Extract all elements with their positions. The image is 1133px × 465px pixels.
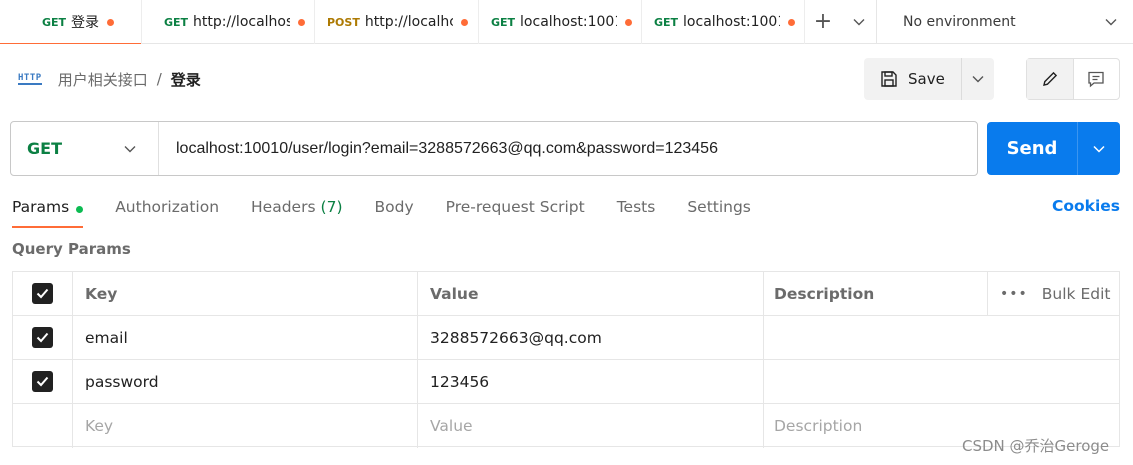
breadcrumb-collection[interactable]: 用户相关接口 (58, 69, 148, 90)
request-tab-login[interactable]: GET 登录 (0, 0, 142, 44)
unsaved-dot-icon (788, 18, 796, 26)
query-params-table: Key Value Description ••• Bulk Edit emai… (12, 271, 1120, 448)
tab-headers[interactable]: Headers (7) (251, 194, 342, 228)
environment-select[interactable]: No environment (877, 0, 1133, 43)
param-key-cell[interactable]: password (73, 360, 418, 403)
tab-label: Authorization (115, 198, 220, 216)
table-header-row: Key Value Description ••• Bulk Edit (13, 272, 1119, 316)
tab-title: http://localhos (193, 14, 291, 30)
tab-method: POST (327, 15, 360, 29)
tab-method: GET (654, 15, 679, 29)
select-all-checkbox[interactable] (13, 272, 73, 315)
save-label: Save (908, 70, 945, 88)
unsaved-dot-icon (107, 18, 115, 26)
tab-method: GET (164, 15, 189, 29)
unsaved-dot-icon (298, 18, 306, 26)
row-checkbox[interactable] (13, 360, 73, 403)
new-value-input[interactable]: Value (418, 404, 764, 448)
tab-params[interactable]: Params (12, 194, 84, 228)
bulk-edit-area: ••• Bulk Edit (988, 272, 1119, 315)
unsaved-dot-icon (625, 18, 633, 26)
environment-label: No environment (903, 13, 1016, 30)
tab-method: GET (42, 15, 67, 29)
request-name[interactable]: 登录 (171, 69, 201, 90)
tab-title: 登录 (71, 15, 100, 31)
request-tab-3[interactable]: POST http://localhc (315, 0, 479, 44)
breadcrumb-separator: / (156, 70, 162, 88)
column-header-value: Value (418, 272, 764, 315)
url-input[interactable] (159, 122, 977, 175)
table-row: password 123456 (13, 360, 1119, 404)
save-disk-icon (881, 71, 897, 87)
param-description-cell[interactable] (764, 316, 1119, 359)
headers-count: (7) (320, 198, 343, 216)
checkmark-icon (36, 376, 49, 387)
request-config-tabs: Params Authorization Headers (7) Body Pr… (12, 194, 783, 228)
request-tab-2[interactable]: GET http://localhos (142, 0, 315, 44)
save-button[interactable]: Save (864, 58, 961, 100)
unsaved-dot-icon (460, 18, 468, 26)
send-button[interactable]: Send (987, 122, 1077, 175)
new-param-row: Key Value Description (13, 404, 1119, 448)
column-header-key: Key (73, 272, 418, 315)
side-panel-toggles (1026, 58, 1120, 100)
active-dot-icon (76, 206, 84, 213)
tab-pre-request-script[interactable]: Pre-request Script (446, 194, 585, 228)
chevron-down-icon (124, 145, 136, 152)
checkmark-icon (36, 332, 49, 343)
param-key-cell[interactable]: email (73, 316, 418, 359)
tab-label: Tests (616, 198, 656, 216)
tab-label: Pre-request Script (445, 198, 585, 216)
param-value-cell[interactable]: 123456 (418, 360, 764, 403)
http-request-icon: HTTP (18, 73, 42, 85)
row-checkbox-empty (13, 404, 73, 448)
query-params-title: Query Params (12, 240, 131, 258)
tab-list-chevron-down-icon[interactable] (841, 0, 877, 43)
tab-tests[interactable]: Tests (617, 194, 656, 228)
http-method-value: GET (27, 139, 62, 158)
save-button-group: Save (864, 58, 994, 100)
watermark: CSDN @乔治Geroge (962, 437, 1110, 455)
cookies-link[interactable]: Cookies (1052, 197, 1120, 215)
http-method-select[interactable]: GET (11, 122, 159, 175)
row-checkbox[interactable] (13, 316, 73, 359)
tab-title: http://localhc (364, 14, 453, 30)
send-button-group: Send (987, 122, 1120, 175)
bulk-edit-button[interactable]: Bulk Edit (1042, 285, 1111, 303)
request-tab-4[interactable]: GET localhost:1001 (479, 0, 642, 44)
send-options-chevron-down-icon[interactable] (1077, 122, 1120, 175)
request-tab-5[interactable]: GET localhost:1001 (642, 0, 805, 44)
new-key-input[interactable]: Key (73, 404, 418, 448)
tab-title: localhost:1001 (683, 14, 781, 30)
column-header-description: Description (764, 272, 988, 315)
new-tab-plus-icon[interactable]: + (805, 0, 841, 43)
edit-pencil-icon[interactable] (1027, 59, 1074, 99)
param-description-cell[interactable] (764, 360, 1119, 403)
tab-label: Params (12, 198, 70, 216)
table-row: email 3288572663@qq.com (13, 316, 1119, 360)
tab-authorization[interactable]: Authorization (115, 194, 219, 228)
url-bar: GET (10, 121, 978, 176)
save-options-chevron-down-icon[interactable] (961, 58, 994, 100)
more-options-icon[interactable]: ••• (1000, 286, 1028, 302)
tab-title: localhost:1001 (520, 14, 618, 30)
checkmark-icon (36, 288, 49, 299)
breadcrumb: HTTP 用户相关接口 / 登录 (18, 66, 201, 92)
tab-body[interactable]: Body (375, 194, 414, 228)
chevron-down-icon (1105, 18, 1117, 25)
tab-label: Body (374, 198, 414, 216)
comments-icon[interactable] (1074, 59, 1120, 99)
tab-label: Settings (687, 198, 751, 216)
tab-label: Headers (251, 198, 316, 216)
request-tab-bar: GET 登录 GET http://localhos POST http://l… (0, 0, 1133, 44)
tab-settings[interactable]: Settings (687, 194, 751, 228)
param-value-cell[interactable]: 3288572663@qq.com (418, 316, 764, 359)
tab-method: GET (491, 15, 516, 29)
